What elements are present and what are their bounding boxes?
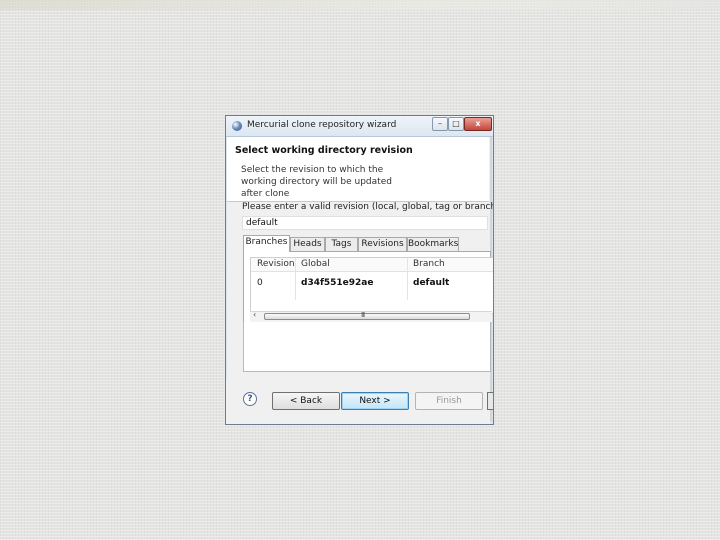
column-header-revision[interactable]: Revision (257, 259, 295, 269)
scrollbar-thumb[interactable]: III (264, 311, 470, 320)
cell-revision: 0 (257, 278, 263, 288)
panel-lower-area (243, 322, 491, 372)
wizard-window: Mercurial clone repository wizard – □ x … (225, 115, 494, 425)
branches-panel: Revision Global Branch 0 d34f551e92ae de… (243, 251, 493, 323)
tab-revisions[interactable]: Revisions (358, 237, 407, 251)
table-header: Revision Global Branch (251, 258, 493, 272)
revision-prompt-label: Please enter a valid revision (local, gl… (242, 202, 494, 212)
page-title: Select working directory revision (235, 145, 413, 156)
scroll-left-arrow-icon[interactable]: ‹ (253, 310, 256, 319)
cell-global: d34f551e92ae (301, 278, 374, 288)
wizard-header: Select working directory revision Select… (227, 137, 489, 202)
cell-branch: default (413, 278, 450, 288)
tab-branches[interactable]: Branches (243, 235, 290, 252)
column-header-branch[interactable]: Branch (413, 259, 445, 269)
slide-top-band (0, 0, 720, 10)
minimize-button[interactable]: – (432, 117, 448, 131)
column-divider (295, 258, 296, 300)
page-description: Select the revision to which the working… (241, 165, 392, 199)
horizontal-scrollbar[interactable]: ‹ III (250, 310, 492, 322)
button-bar: ? < Back Next > Finish (226, 378, 493, 424)
title-bar[interactable]: Mercurial clone repository wizard – □ x (226, 116, 493, 137)
window-title: Mercurial clone repository wizard (247, 120, 397, 130)
tab-tags[interactable]: Tags (325, 237, 358, 251)
tab-bookmarks[interactable]: Bookmarks (407, 237, 459, 251)
app-icon (232, 121, 242, 131)
cancel-button-partial[interactable] (487, 392, 493, 410)
revision-input[interactable] (242, 216, 488, 230)
grip-icon: III (361, 311, 365, 319)
finish-button[interactable]: Finish (415, 392, 483, 410)
branches-table: Revision Global Branch 0 d34f551e92ae de… (250, 257, 493, 314)
column-header-global[interactable]: Global (301, 259, 330, 269)
tab-heads[interactable]: Heads (290, 237, 325, 251)
maximize-button[interactable]: □ (448, 117, 464, 131)
next-button[interactable]: Next > (341, 392, 409, 410)
help-icon[interactable]: ? (243, 392, 257, 406)
column-divider (407, 258, 408, 300)
close-button[interactable]: x (464, 117, 492, 131)
back-button[interactable]: < Back (272, 392, 340, 410)
